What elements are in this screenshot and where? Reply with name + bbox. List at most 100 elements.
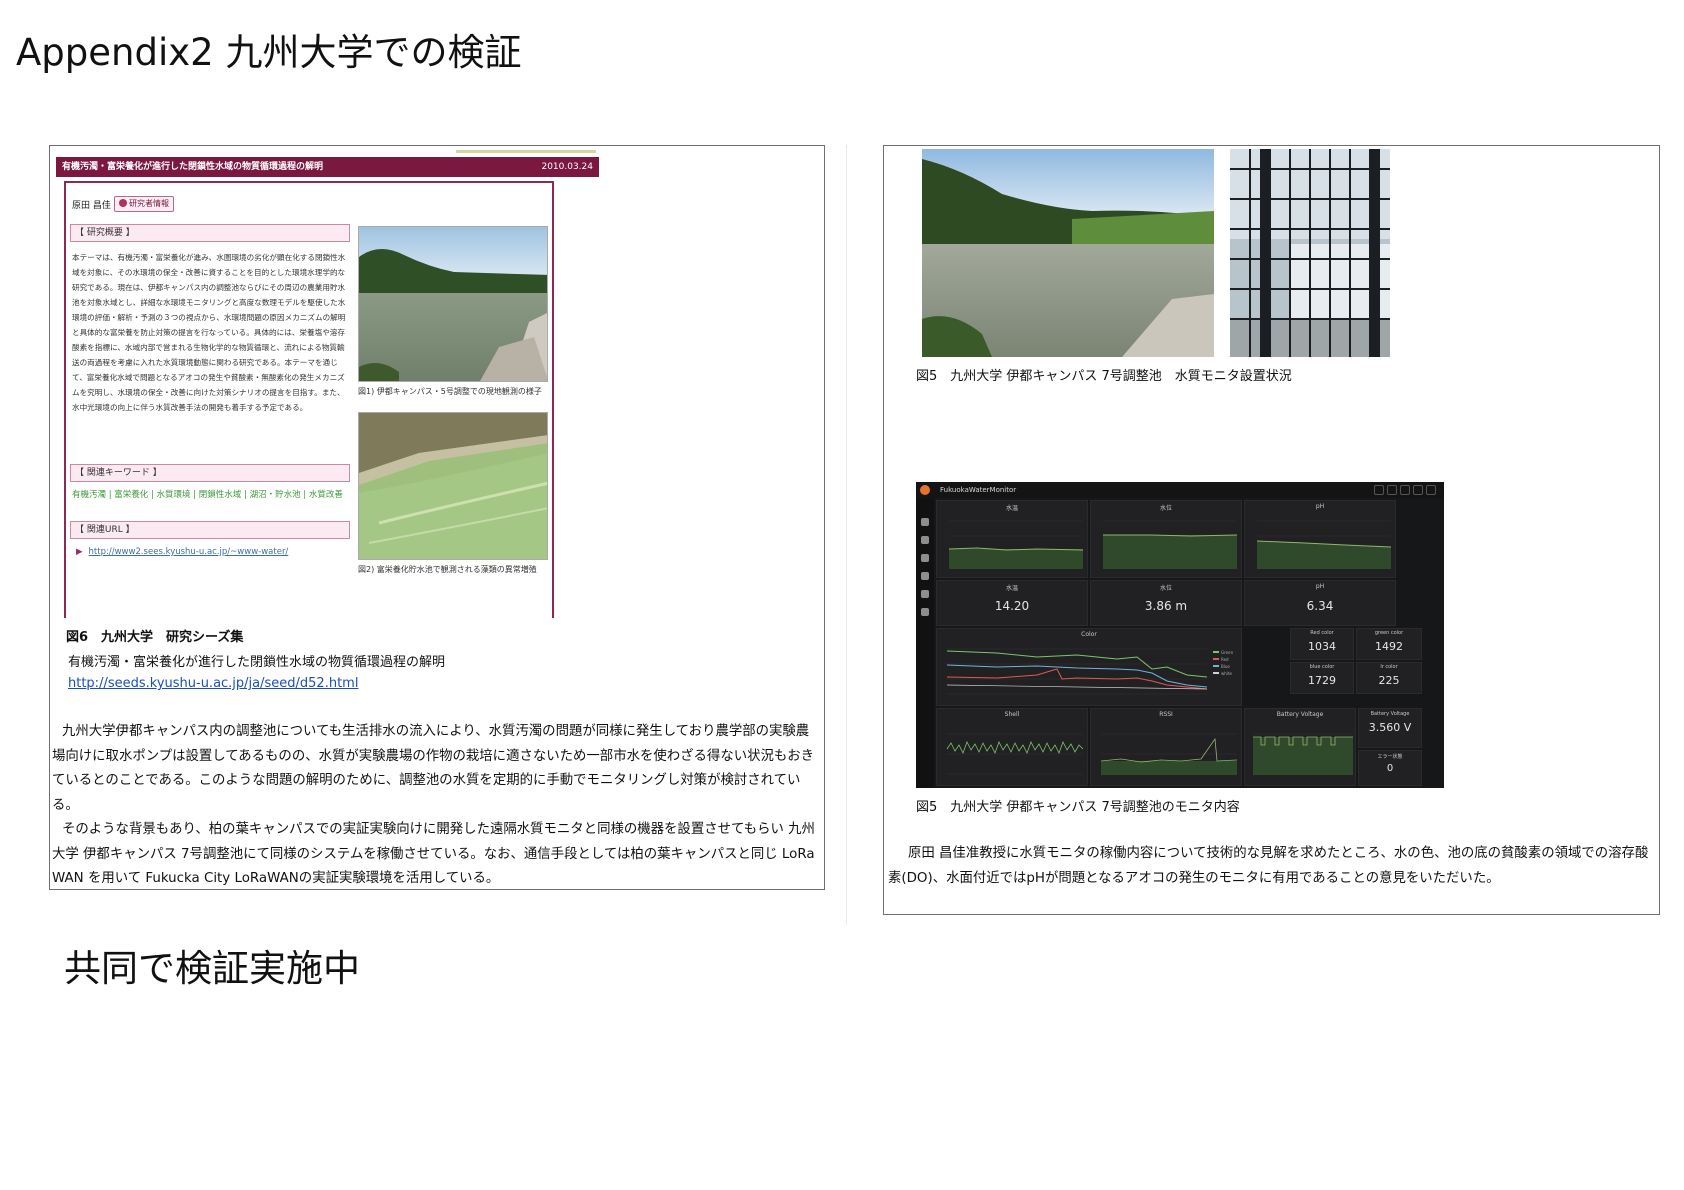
stat-title-red-color: Red color bbox=[1310, 630, 1334, 636]
screenshot-header: 有機汚濁・富栄養化が進行した閉鎖性水域の物質循環過程の解明 2010.03.24 bbox=[56, 157, 599, 177]
stat-panel-water-temp: 水温 14.20 bbox=[936, 580, 1088, 626]
pond-photo-1-image bbox=[359, 227, 547, 381]
legend-swatch-green bbox=[1213, 651, 1219, 653]
save-icon[interactable] bbox=[1400, 485, 1410, 495]
grafana-logo-icon bbox=[920, 485, 930, 495]
stat-title-water-level: 水位 bbox=[1159, 585, 1172, 592]
stat-value-red-color: 1034 bbox=[1308, 640, 1336, 653]
graph-water-temp bbox=[948, 520, 1084, 569]
stat-value-blue-color: 1729 bbox=[1308, 674, 1336, 687]
fig6-subtitle: 有機汚濁・富栄養化が進行した閉鎖性水域の物質循環過程の解明 bbox=[68, 655, 446, 670]
screenshot-top-line bbox=[456, 150, 596, 153]
fig6-title: 図6 九州大学 研究シーズ集 bbox=[66, 630, 244, 645]
left-panel: 有機汚濁・富栄養化が進行した閉鎖性水域の物質循環過程の解明 2010.03.24… bbox=[49, 145, 825, 890]
pond-photo-2 bbox=[358, 412, 548, 560]
graph-ph bbox=[1256, 520, 1392, 569]
left-body-paragraph-2: そのような背景もあり、柏の葉キャンパスでの実証実験向けに開発した遠隔水質モニタと… bbox=[52, 822, 815, 886]
reservoir-photo-image bbox=[922, 149, 1214, 357]
researcher-info-label: 研究者情報 bbox=[129, 199, 169, 208]
alert-icon[interactable] bbox=[921, 572, 929, 580]
graph-water-level bbox=[1103, 520, 1238, 569]
fig6-url-link[interactable]: http://seeds.kyushu-u.ac.jp/ja/seed/d52.… bbox=[68, 676, 358, 691]
legend-item-green: Green bbox=[1213, 649, 1233, 656]
stat-panel-error: エラー状態 0 bbox=[1358, 750, 1422, 786]
graph-panel-shell: Shell bbox=[936, 708, 1088, 786]
stat-title-battery-voltage: Battery Voltage bbox=[1370, 711, 1410, 717]
arrow-right-icon: ▶ bbox=[76, 547, 83, 557]
stat-title-water-temp: 水温 bbox=[1005, 585, 1018, 592]
algae-photo-image bbox=[359, 413, 547, 559]
researcher-info-button[interactable]: 研究者情報 bbox=[114, 196, 174, 212]
stat-value-ph: 6.34 bbox=[1306, 599, 1334, 613]
left-body-text: 九州大学伊都キャンパス内の調整池についても生活排水の流入により、水質汚濁の問題が… bbox=[52, 720, 822, 892]
legend-label-white: white bbox=[1221, 671, 1232, 676]
stat-value-green-color: 1492 bbox=[1375, 640, 1403, 653]
researcher-name: 原田 昌佳 bbox=[72, 201, 111, 211]
legend-swatch-red bbox=[1213, 658, 1219, 660]
stat-value-water-level: 3.86 m bbox=[1144, 599, 1188, 613]
page-title: Appendix2 九州大学での検証 bbox=[16, 31, 522, 74]
legend-swatch-white bbox=[1213, 672, 1219, 674]
graph-color bbox=[946, 648, 1208, 695]
graph-title-color: Color bbox=[1081, 631, 1097, 638]
stat-panel-ir-color: lr color 225 bbox=[1356, 662, 1422, 694]
stat-panel-green-color: green color 1492 bbox=[1356, 628, 1422, 660]
stat-title-error: エラー状態 bbox=[1377, 754, 1403, 760]
stat-title-ph: pH bbox=[1315, 583, 1325, 590]
stat-panel-water-level: 水位 3.86 m bbox=[1090, 580, 1242, 626]
fence-monitor-photo bbox=[1230, 149, 1390, 357]
stat-panel-blue-color: blue color 1729 bbox=[1290, 662, 1354, 694]
graph-title-battery: Battery Voltage bbox=[1276, 711, 1324, 718]
star-icon[interactable] bbox=[1387, 485, 1397, 495]
research-seeds-screenshot: 有機汚濁・富栄養化が進行した閉鎖性水域の物質循環過程の解明 2010.03.24… bbox=[56, 150, 599, 618]
section-url: 【 関連URL 】 bbox=[70, 521, 350, 539]
gear-icon[interactable] bbox=[921, 590, 929, 598]
right-body-text: 原田 昌佳准教授に水質モニタの稼働内容について技術的な見解を求めたところ、水の色… bbox=[888, 846, 1649, 886]
legend-item-red: Red bbox=[1213, 656, 1233, 663]
stat-value-error: 0 bbox=[1386, 763, 1394, 774]
dashboard-name[interactable]: FukuokaWaterMonitor bbox=[940, 482, 1016, 498]
related-url-text: http://www2.sees.kyushu-u.ac.jp/~www-wat… bbox=[88, 547, 289, 557]
section-overview: 【 研究概要 】 bbox=[70, 224, 350, 242]
stat-value-battery-voltage: 3.560 V bbox=[1368, 721, 1412, 734]
dashboard-topbar: FukuokaWaterMonitor bbox=[916, 482, 1444, 498]
tv-icon[interactable] bbox=[1426, 485, 1436, 495]
keyword-links[interactable]: 有機汚濁 | 富栄養化 | 水質環境 | 閉鎖性水域 | 湖沼・貯水池 | 水質… bbox=[72, 488, 352, 503]
graph-panel-water-temp: 水温 bbox=[936, 500, 1088, 578]
graph-title-rssi: RSSI bbox=[1159, 711, 1173, 718]
explore-icon[interactable] bbox=[921, 554, 929, 562]
share-icon[interactable] bbox=[1374, 485, 1384, 495]
fig5-caption-monitor: 図5 九州大学 伊都キャンパス 7号調整池のモニタ内容 bbox=[916, 800, 1240, 815]
color-legend: Green Red Blue white bbox=[1213, 649, 1233, 677]
section-keywords: 【 関連キーワード 】 bbox=[70, 464, 350, 482]
legend-item-blue: Blue bbox=[1213, 663, 1233, 670]
stat-title-ir-color: lr color bbox=[1380, 664, 1398, 670]
shield-icon[interactable] bbox=[921, 608, 929, 616]
settings-icon[interactable] bbox=[1413, 485, 1423, 495]
legend-label-green: Green bbox=[1221, 650, 1234, 655]
screenshot-header-title: 有機汚濁・富栄養化が進行した閉鎖性水域の物質循環過程の解明 bbox=[62, 162, 324, 172]
graph-panel-rssi: RSSI bbox=[1090, 708, 1242, 786]
stat-title-green-color: green color bbox=[1374, 630, 1404, 636]
graph-panel-water-level: 水位 bbox=[1090, 500, 1242, 578]
dashboards-icon[interactable] bbox=[921, 536, 929, 544]
dashboard-sidebar bbox=[916, 498, 934, 788]
plus-icon[interactable] bbox=[921, 518, 929, 526]
right-panel: 図5 九州大学 伊都キャンパス 7号調整池 水質モニタ設置状況 FukuokaW… bbox=[883, 145, 1660, 915]
dashboard-toolbar bbox=[1371, 485, 1436, 501]
graph-title-ph: pH bbox=[1315, 503, 1325, 510]
graph-panel-color: Color Green Red Blue white bbox=[936, 628, 1242, 706]
graph-battery bbox=[1253, 733, 1353, 775]
stat-title-blue-color: blue color bbox=[1309, 664, 1335, 670]
stat-panel-red-color: Red color 1034 bbox=[1290, 628, 1354, 660]
graph-title-water-temp: 水温 bbox=[1005, 505, 1018, 512]
related-url-link[interactable]: ▶ http://www2.sees.kyushu-u.ac.jp/~www-wa… bbox=[76, 547, 288, 557]
legend-label-blue: Blue bbox=[1221, 664, 1230, 669]
fig5-caption-installation: 図5 九州大学 伊都キャンパス 7号調整池 水質モニタ設置状況 bbox=[916, 369, 1292, 384]
grafana-dashboard: FukuokaWaterMonitor 水温 水位 pH 水温 14.20 水位… bbox=[916, 482, 1444, 788]
screenshot-header-date: 2010.03.24 bbox=[541, 162, 593, 172]
footer-note: 共同で検証実施中 bbox=[64, 947, 360, 990]
research-abstract: 本テーマは、有機汚濁・富栄養化が進み、水圏環境の劣化が顕在化する閉鎖性水域を対象… bbox=[72, 253, 346, 412]
legend-swatch-blue bbox=[1213, 665, 1219, 667]
graph-rssi bbox=[1100, 733, 1238, 775]
